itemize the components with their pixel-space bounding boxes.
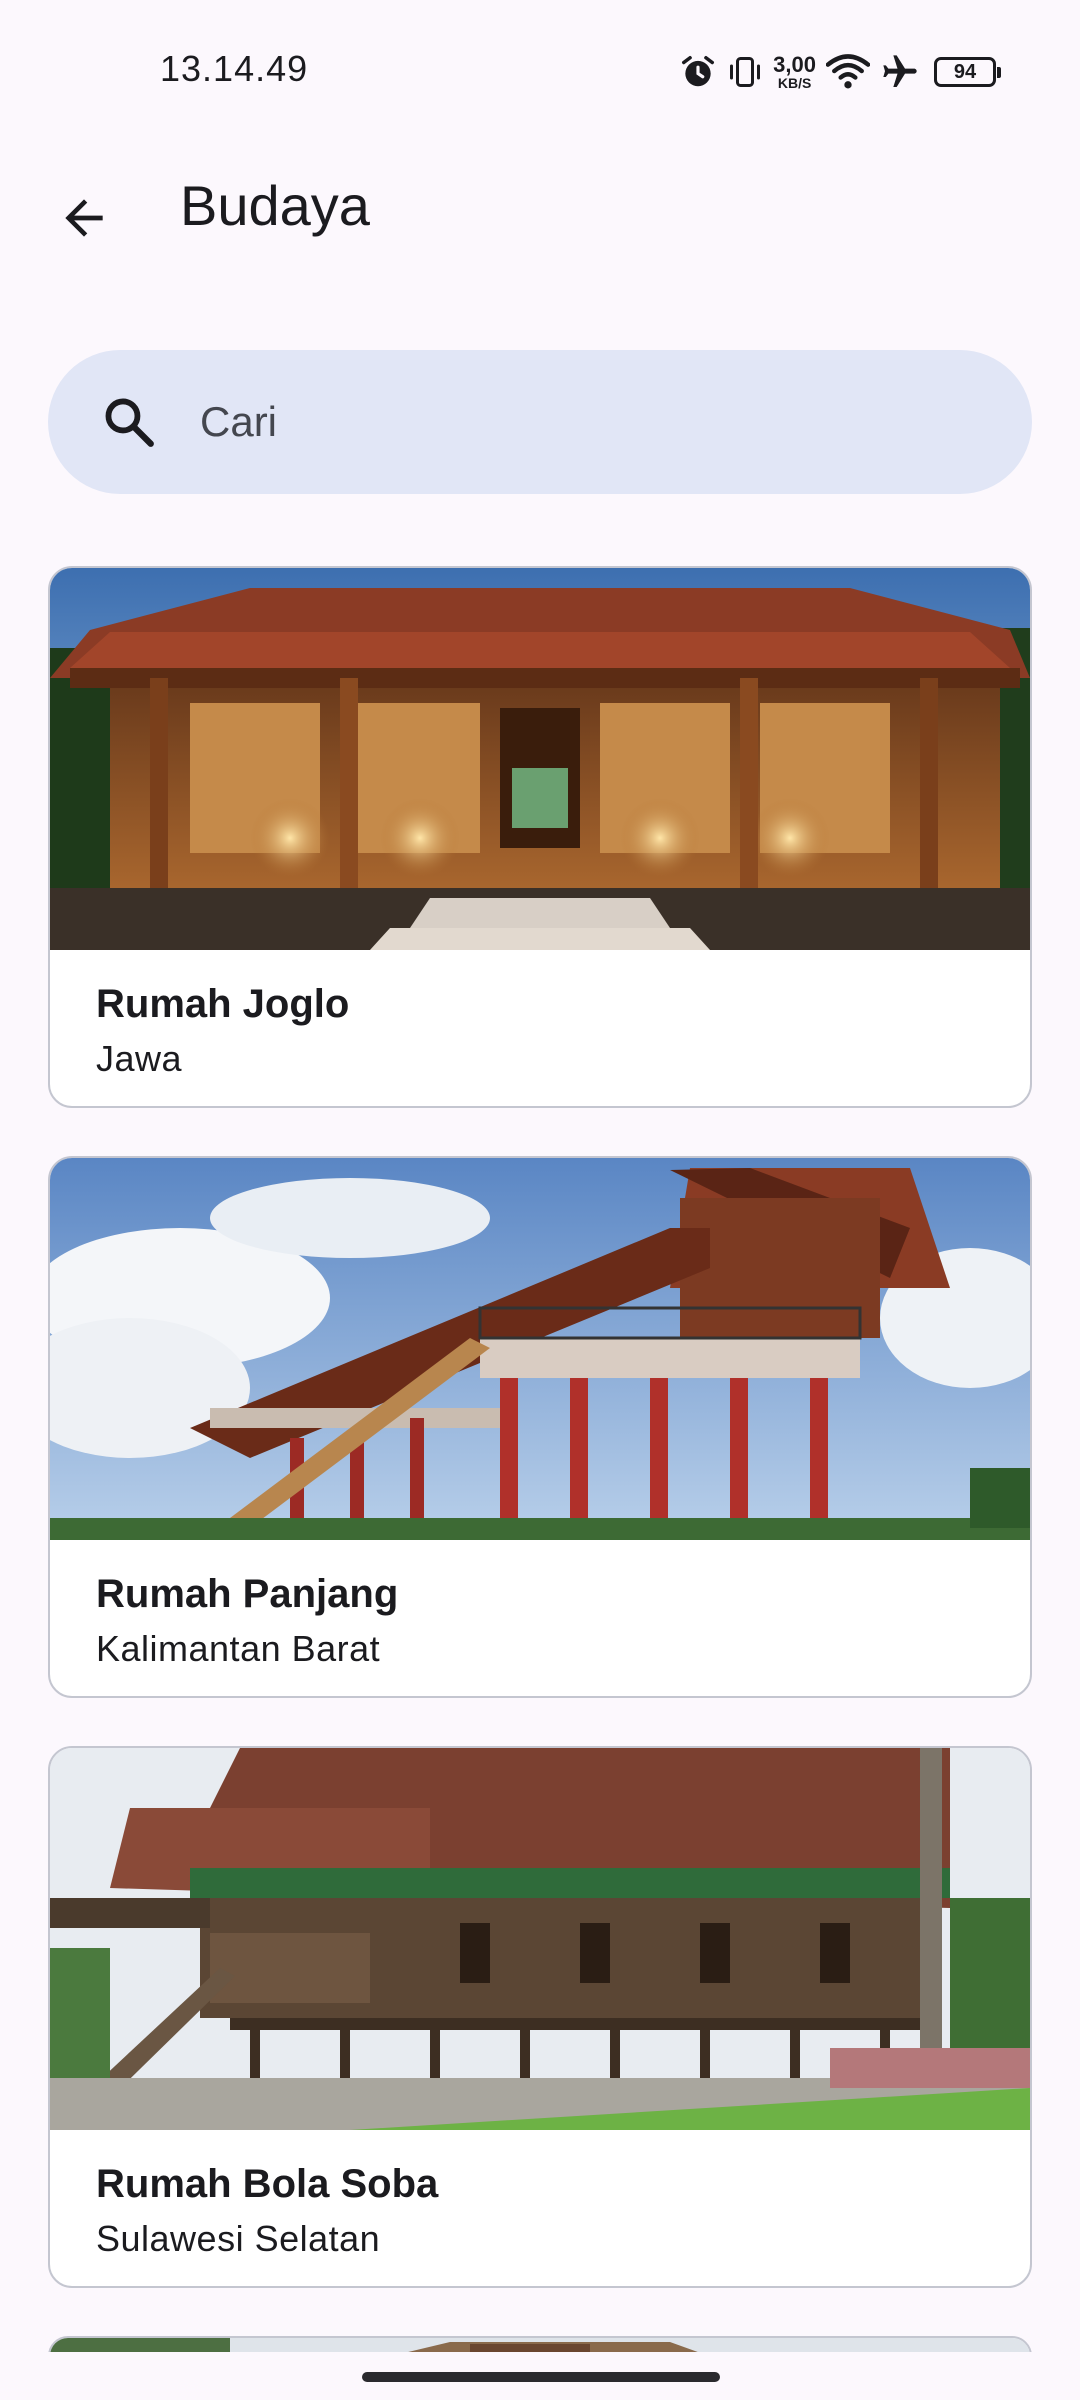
back-button[interactable] xyxy=(36,172,132,268)
culture-card-rumah-joglo[interactable]: Rumah Joglo Jawa xyxy=(48,566,1032,1108)
card-subtitle: Sulawesi Selatan xyxy=(96,2218,381,2259)
airplane-mode-icon xyxy=(880,52,920,92)
status-bar: 13.14.49 3,00 KB/S 94 xyxy=(0,0,1080,140)
card-title: Rumah Bola Soba xyxy=(96,2162,439,2206)
search-bar[interactable] xyxy=(48,350,1032,494)
network-speed-unit: KB/S xyxy=(777,75,812,91)
culture-card-rumah-panjang[interactable]: Rumah Panjang Kalimantan Barat xyxy=(48,1156,1032,1698)
battery-icon: 94 xyxy=(934,57,1001,87)
status-icons: 3,00 KB/S 94 xyxy=(679,50,1001,94)
culture-card-rumah-bola-soba[interactable]: Rumah Bola Soba Sulawesi Selatan xyxy=(48,1746,1032,2288)
card-subtitle: Jawa xyxy=(96,1038,183,1079)
search-icon xyxy=(100,393,158,451)
alarm-icon xyxy=(679,53,717,91)
card-title: Rumah Joglo xyxy=(96,982,350,1026)
network-speed-value: 3,00 xyxy=(773,52,816,77)
rumah-joglo-photo xyxy=(50,568,1030,950)
card-subtitle: Kalimantan Barat xyxy=(96,1628,381,1669)
gesture-nav-bar xyxy=(0,2352,1080,2400)
vibrate-icon xyxy=(727,54,763,90)
search-input[interactable] xyxy=(198,397,962,447)
gesture-handle[interactable] xyxy=(362,2372,720,2382)
network-speed: 3,00 KB/S xyxy=(773,52,816,91)
rumah-panjang-photo xyxy=(50,1158,1030,1540)
status-time: 13.14.49 xyxy=(160,48,309,89)
wifi-icon xyxy=(826,53,870,91)
top-app-bar: Budaya xyxy=(0,150,1080,270)
battery-level: 94 xyxy=(953,60,977,83)
card-title: Rumah Panjang xyxy=(96,1572,399,1616)
rumah-bola-soba-photo xyxy=(50,1748,1030,2130)
page-title: Budaya xyxy=(180,174,370,237)
arrow-back-icon xyxy=(56,190,112,251)
